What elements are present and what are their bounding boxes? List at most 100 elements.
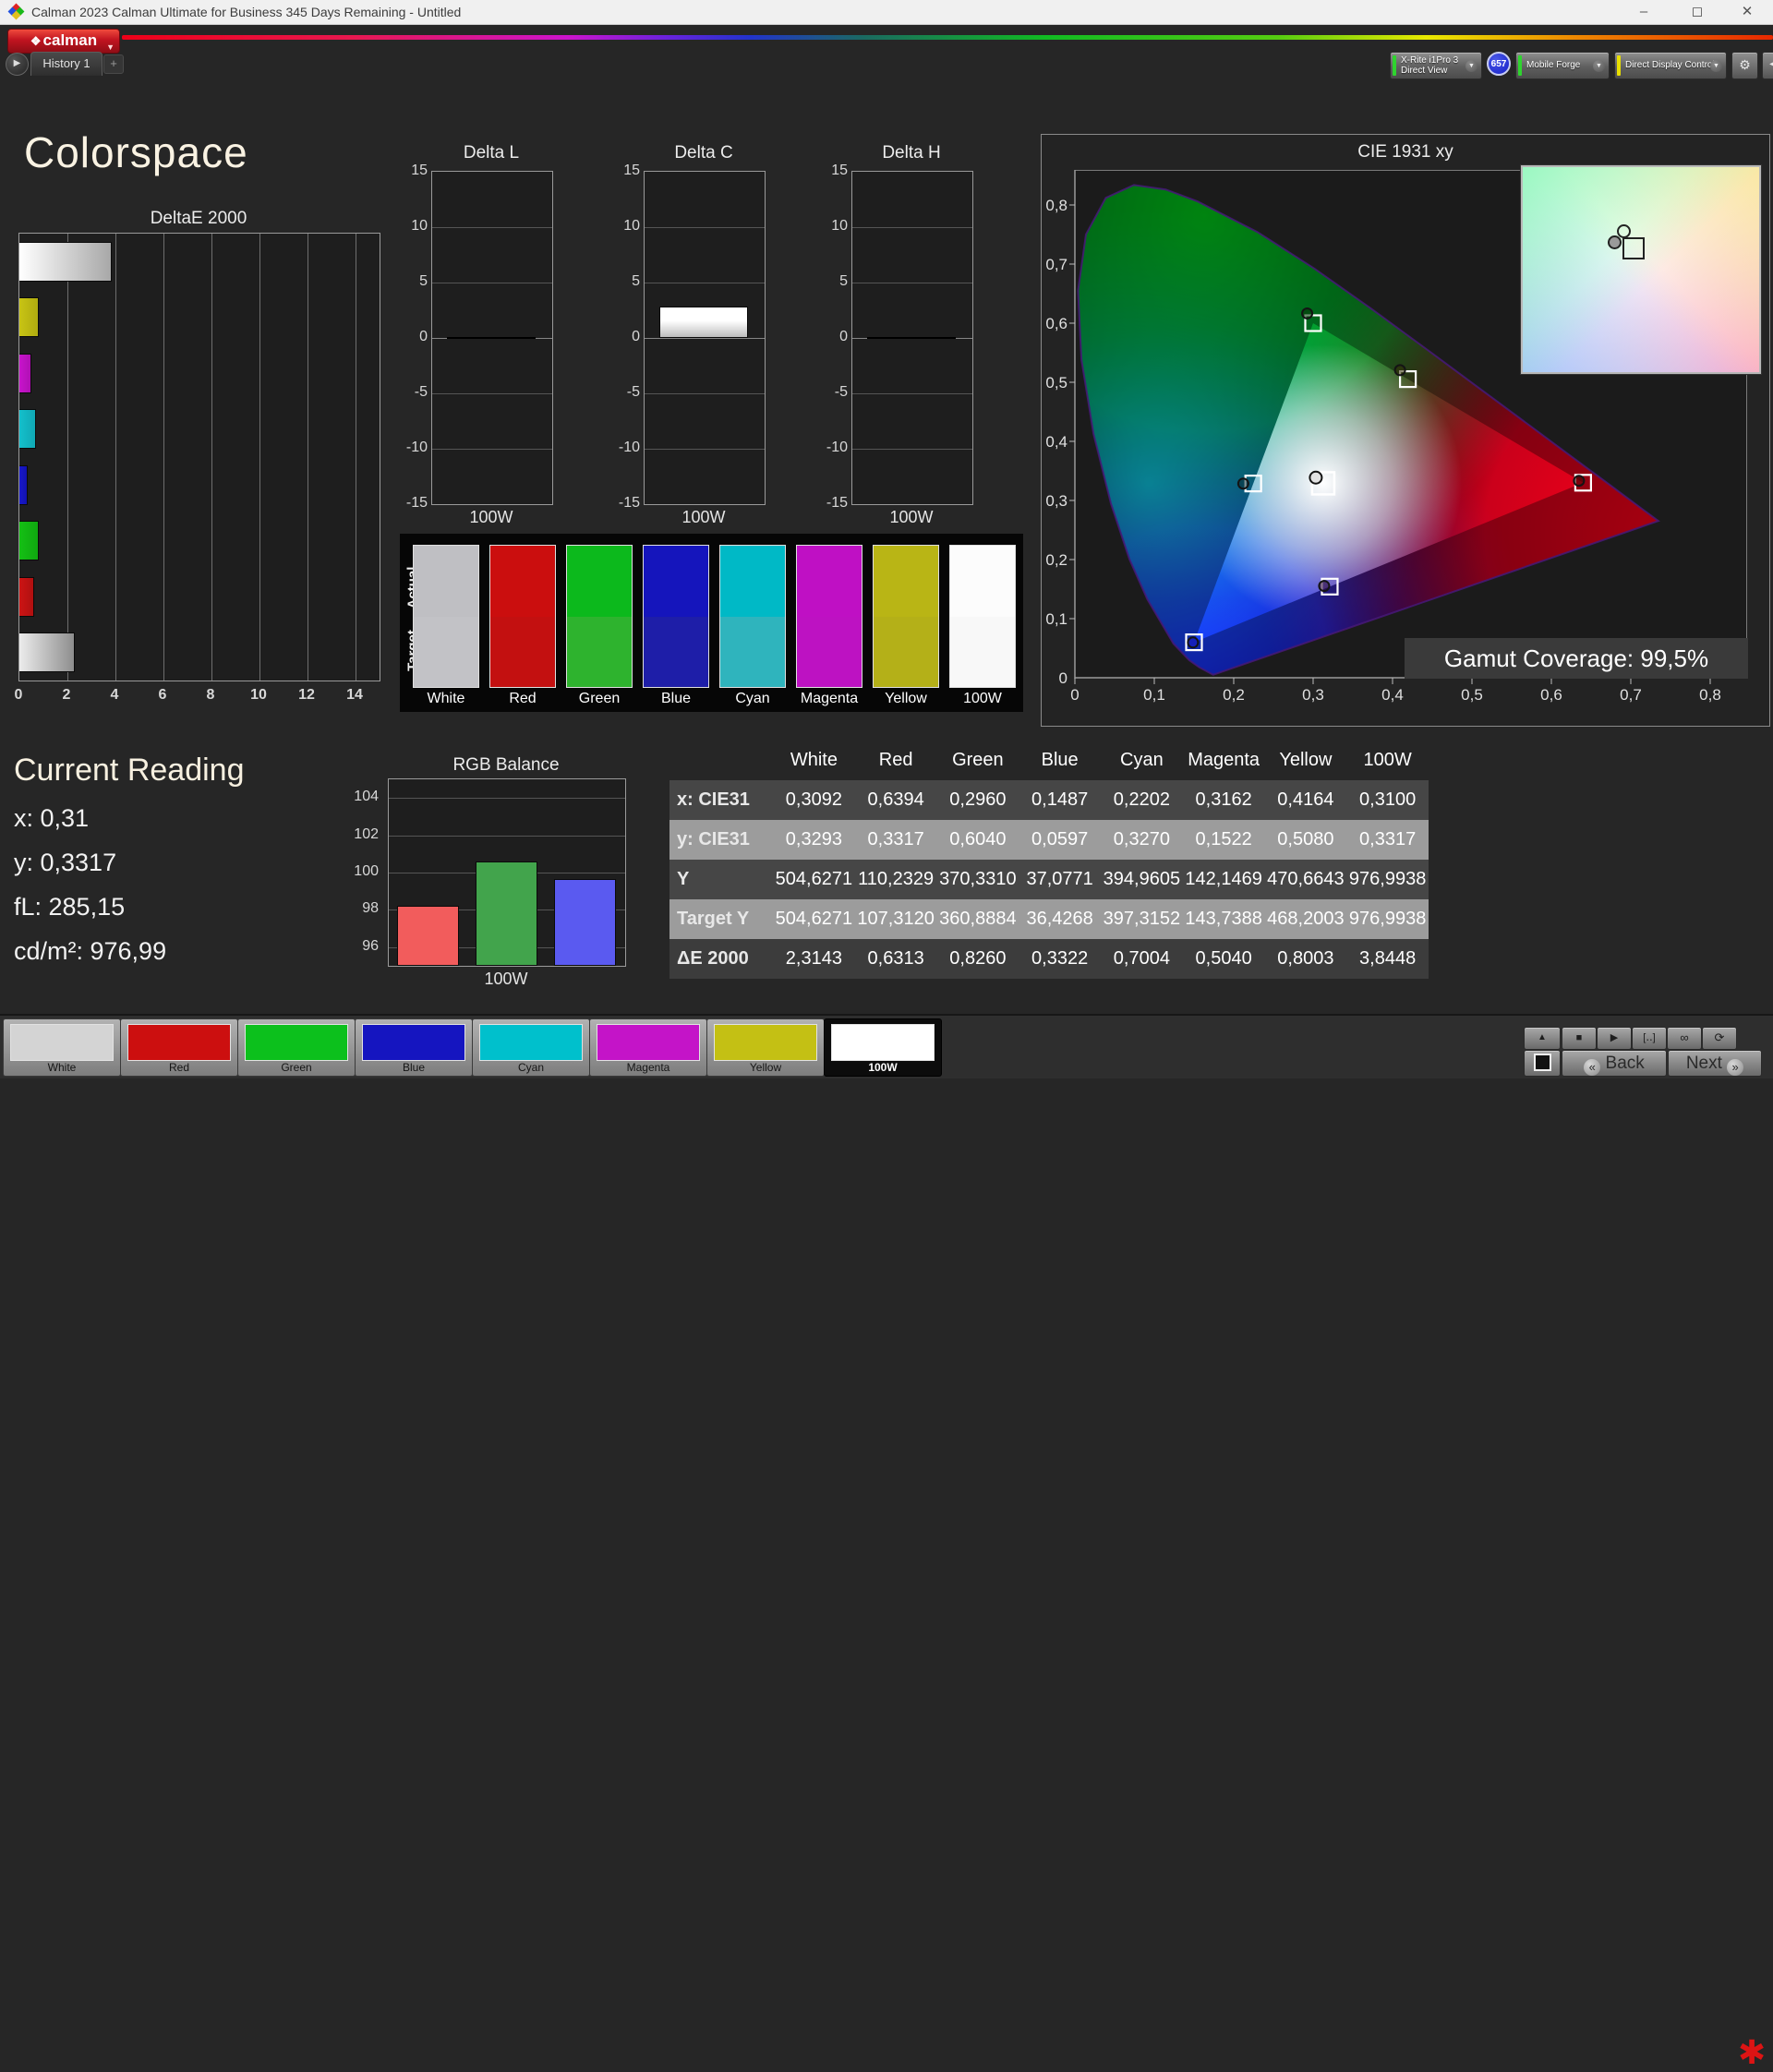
collapse-up-button[interactable]: ▲: [1524, 1027, 1561, 1050]
pattern-button-blue[interactable]: Blue: [355, 1018, 473, 1077]
reading-cdm2: cd/m²: 976,99: [14, 937, 167, 965]
deltae2000-title: DeltaE 2000: [150, 209, 247, 228]
collapse-left-button[interactable]: ◀: [1762, 52, 1773, 79]
page-title: Colorspace: [24, 128, 248, 176]
maximize-button[interactable]: ◻: [1679, 2, 1716, 22]
current-reading-block: Current Reading x: 0,31 y: 0,3317 fL: 28…: [14, 753, 244, 966]
delta_h-zero-line: [867, 337, 956, 339]
table-col-red: Red: [878, 750, 913, 770]
stop-measure-button[interactable]: ■: [1562, 1027, 1597, 1050]
deltae2000-x-axis: 0 2 4 6 8 10 12 14: [14, 687, 363, 703]
swatch-label: Red: [509, 691, 537, 706]
measured-point-magenta: [1318, 580, 1331, 593]
compare-swatch-magenta: [796, 545, 862, 688]
compare-swatch-red: [489, 545, 556, 688]
compare-swatch-yellow: [873, 545, 939, 688]
rgb-balance-y-axis: 96 98 100 102 104: [354, 789, 379, 954]
pattern-button-red[interactable]: Red: [120, 1018, 238, 1077]
current-reading-title: Current Reading: [14, 753, 245, 788]
back-arrow-icon: «: [1584, 1059, 1601, 1076]
meter-button-x-rite-i1pro-3[interactable]: X-Rite i1Pro 3 Direct View ▼: [1390, 52, 1482, 79]
table-row-x-cie31: x: CIE31 0,3092 0,6394 0,2960 0,1487 0,2202 0,…: [669, 780, 1429, 820]
compare-swatch-green: [566, 545, 633, 688]
status-stripe: [1518, 55, 1522, 76]
calman-logo-icon: ❖: [30, 34, 42, 48]
deltae-bar-green: [19, 521, 40, 561]
measuring-indicator-icon: ✱: [1738, 2033, 1767, 2071]
pattern-button-magenta[interactable]: Magenta: [589, 1018, 707, 1077]
add-tab-button[interactable]: +: [103, 54, 124, 74]
rainbow-gradient-bar: [122, 35, 1773, 40]
chevron-down-icon: ▼: [1710, 60, 1722, 72]
delta_l-zero-line: [447, 337, 536, 339]
refresh-button[interactable]: ⟳: [1702, 1027, 1737, 1050]
color-chip: [597, 1024, 700, 1061]
rgb-bar-green: [476, 861, 537, 966]
delta_c-bar: [659, 307, 748, 338]
svg-text:0,7: 0,7: [1620, 686, 1642, 704]
pattern-button-green[interactable]: Green: [237, 1018, 356, 1077]
status-stripe: [1393, 55, 1396, 76]
white-point-inset: [1520, 164, 1762, 375]
cie-title: CIE 1931 xy: [1357, 142, 1453, 162]
swatch-label: Magenta: [800, 691, 859, 706]
delta_l-title: Delta L: [463, 143, 520, 163]
inset-measured-circle-icon: [1608, 235, 1622, 249]
pattern-button-yellow[interactable]: Yellow: [706, 1018, 825, 1077]
meter-button-mobile-forge[interactable]: Mobile Forge ▼: [1515, 52, 1610, 79]
pattern-button-100w[interactable]: 100W: [824, 1018, 942, 1077]
inset-target-square-icon: [1622, 237, 1645, 259]
pattern-button-white[interactable]: White: [3, 1018, 121, 1077]
minimize-button[interactable]: –: [1625, 2, 1662, 22]
swatch-label: Green: [578, 691, 621, 706]
history-expander-button[interactable]: ▶: [6, 53, 29, 76]
meter-button-direct-display-control[interactable]: Direct Display Control ▼: [1614, 52, 1727, 79]
meter-count-badge: 657: [1487, 52, 1511, 76]
rgb-balance-x-label: 100W: [484, 970, 528, 988]
close-button[interactable]: ✕: [1729, 2, 1766, 22]
svg-text:0,5: 0,5: [1045, 374, 1067, 392]
continuous-measure-button[interactable]: ∞: [1667, 1027, 1702, 1050]
rgb-bar-blue: [554, 879, 616, 966]
svg-text:0,6: 0,6: [1045, 315, 1067, 332]
stop-large-button[interactable]: [1524, 1050, 1561, 1077]
delta_h-title: Delta H: [882, 143, 941, 163]
svg-text:0,2: 0,2: [1223, 686, 1245, 704]
svg-text:0,3: 0,3: [1302, 686, 1324, 704]
calman-app-icon: [7, 3, 25, 20]
table-col-100w: 100W: [1363, 750, 1412, 770]
chevron-down-icon: ▼: [1465, 60, 1478, 72]
table-col-cyan: Cyan: [1120, 750, 1164, 770]
play-measure-button[interactable]: ▶: [1597, 1027, 1632, 1050]
svg-text:0,3: 0,3: [1045, 492, 1067, 510]
svg-text:0,4: 0,4: [1045, 433, 1067, 451]
color-chip: [10, 1024, 114, 1061]
back-button[interactable]: « Back: [1562, 1050, 1667, 1077]
deltae2000-chart: [18, 233, 380, 681]
chevron-down-icon: ▼: [1593, 60, 1605, 72]
status-stripe: [1617, 55, 1621, 76]
svg-text:0,2: 0,2: [1045, 551, 1067, 569]
table-col-magenta: Magenta: [1188, 750, 1260, 770]
settings-gear-button[interactable]: ⚙: [1731, 52, 1758, 79]
tab-history-1[interactable]: History 1: [30, 52, 103, 76]
pattern-button-cyan[interactable]: Cyan: [472, 1018, 590, 1077]
window-title: Calman 2023 Calman Ultimate for Business…: [31, 5, 462, 19]
deltae-bar-magenta: [19, 353, 32, 393]
measured-point-yellow: [1393, 364, 1406, 377]
delta_c-x-label: 100W: [681, 508, 726, 526]
svg-text:0,7: 0,7: [1045, 256, 1067, 273]
rgb-balance-chart: [388, 778, 626, 967]
swatch-compare-panel: Actual Target White Red Green Blue Cyan Magen…: [400, 534, 1023, 712]
measured-point-green: [1301, 307, 1314, 319]
compare-swatch-blue: [643, 545, 709, 688]
swatch-label: White: [427, 691, 465, 706]
next-button[interactable]: Next »: [1668, 1050, 1762, 1077]
color-chip: [831, 1024, 935, 1061]
rgb-bar-red: [397, 906, 459, 966]
svg-text:0: 0: [1070, 686, 1079, 704]
table-row-y: Y 504,6271 110,2329 370,3310 37,0771 394,9605…: [669, 860, 1429, 899]
single-measure-button[interactable]: [‥]: [1632, 1027, 1667, 1050]
rgb-balance-title: RGB Balance: [452, 755, 560, 775]
calman-menu-button[interactable]: ❖ calman ▼: [7, 29, 120, 54]
